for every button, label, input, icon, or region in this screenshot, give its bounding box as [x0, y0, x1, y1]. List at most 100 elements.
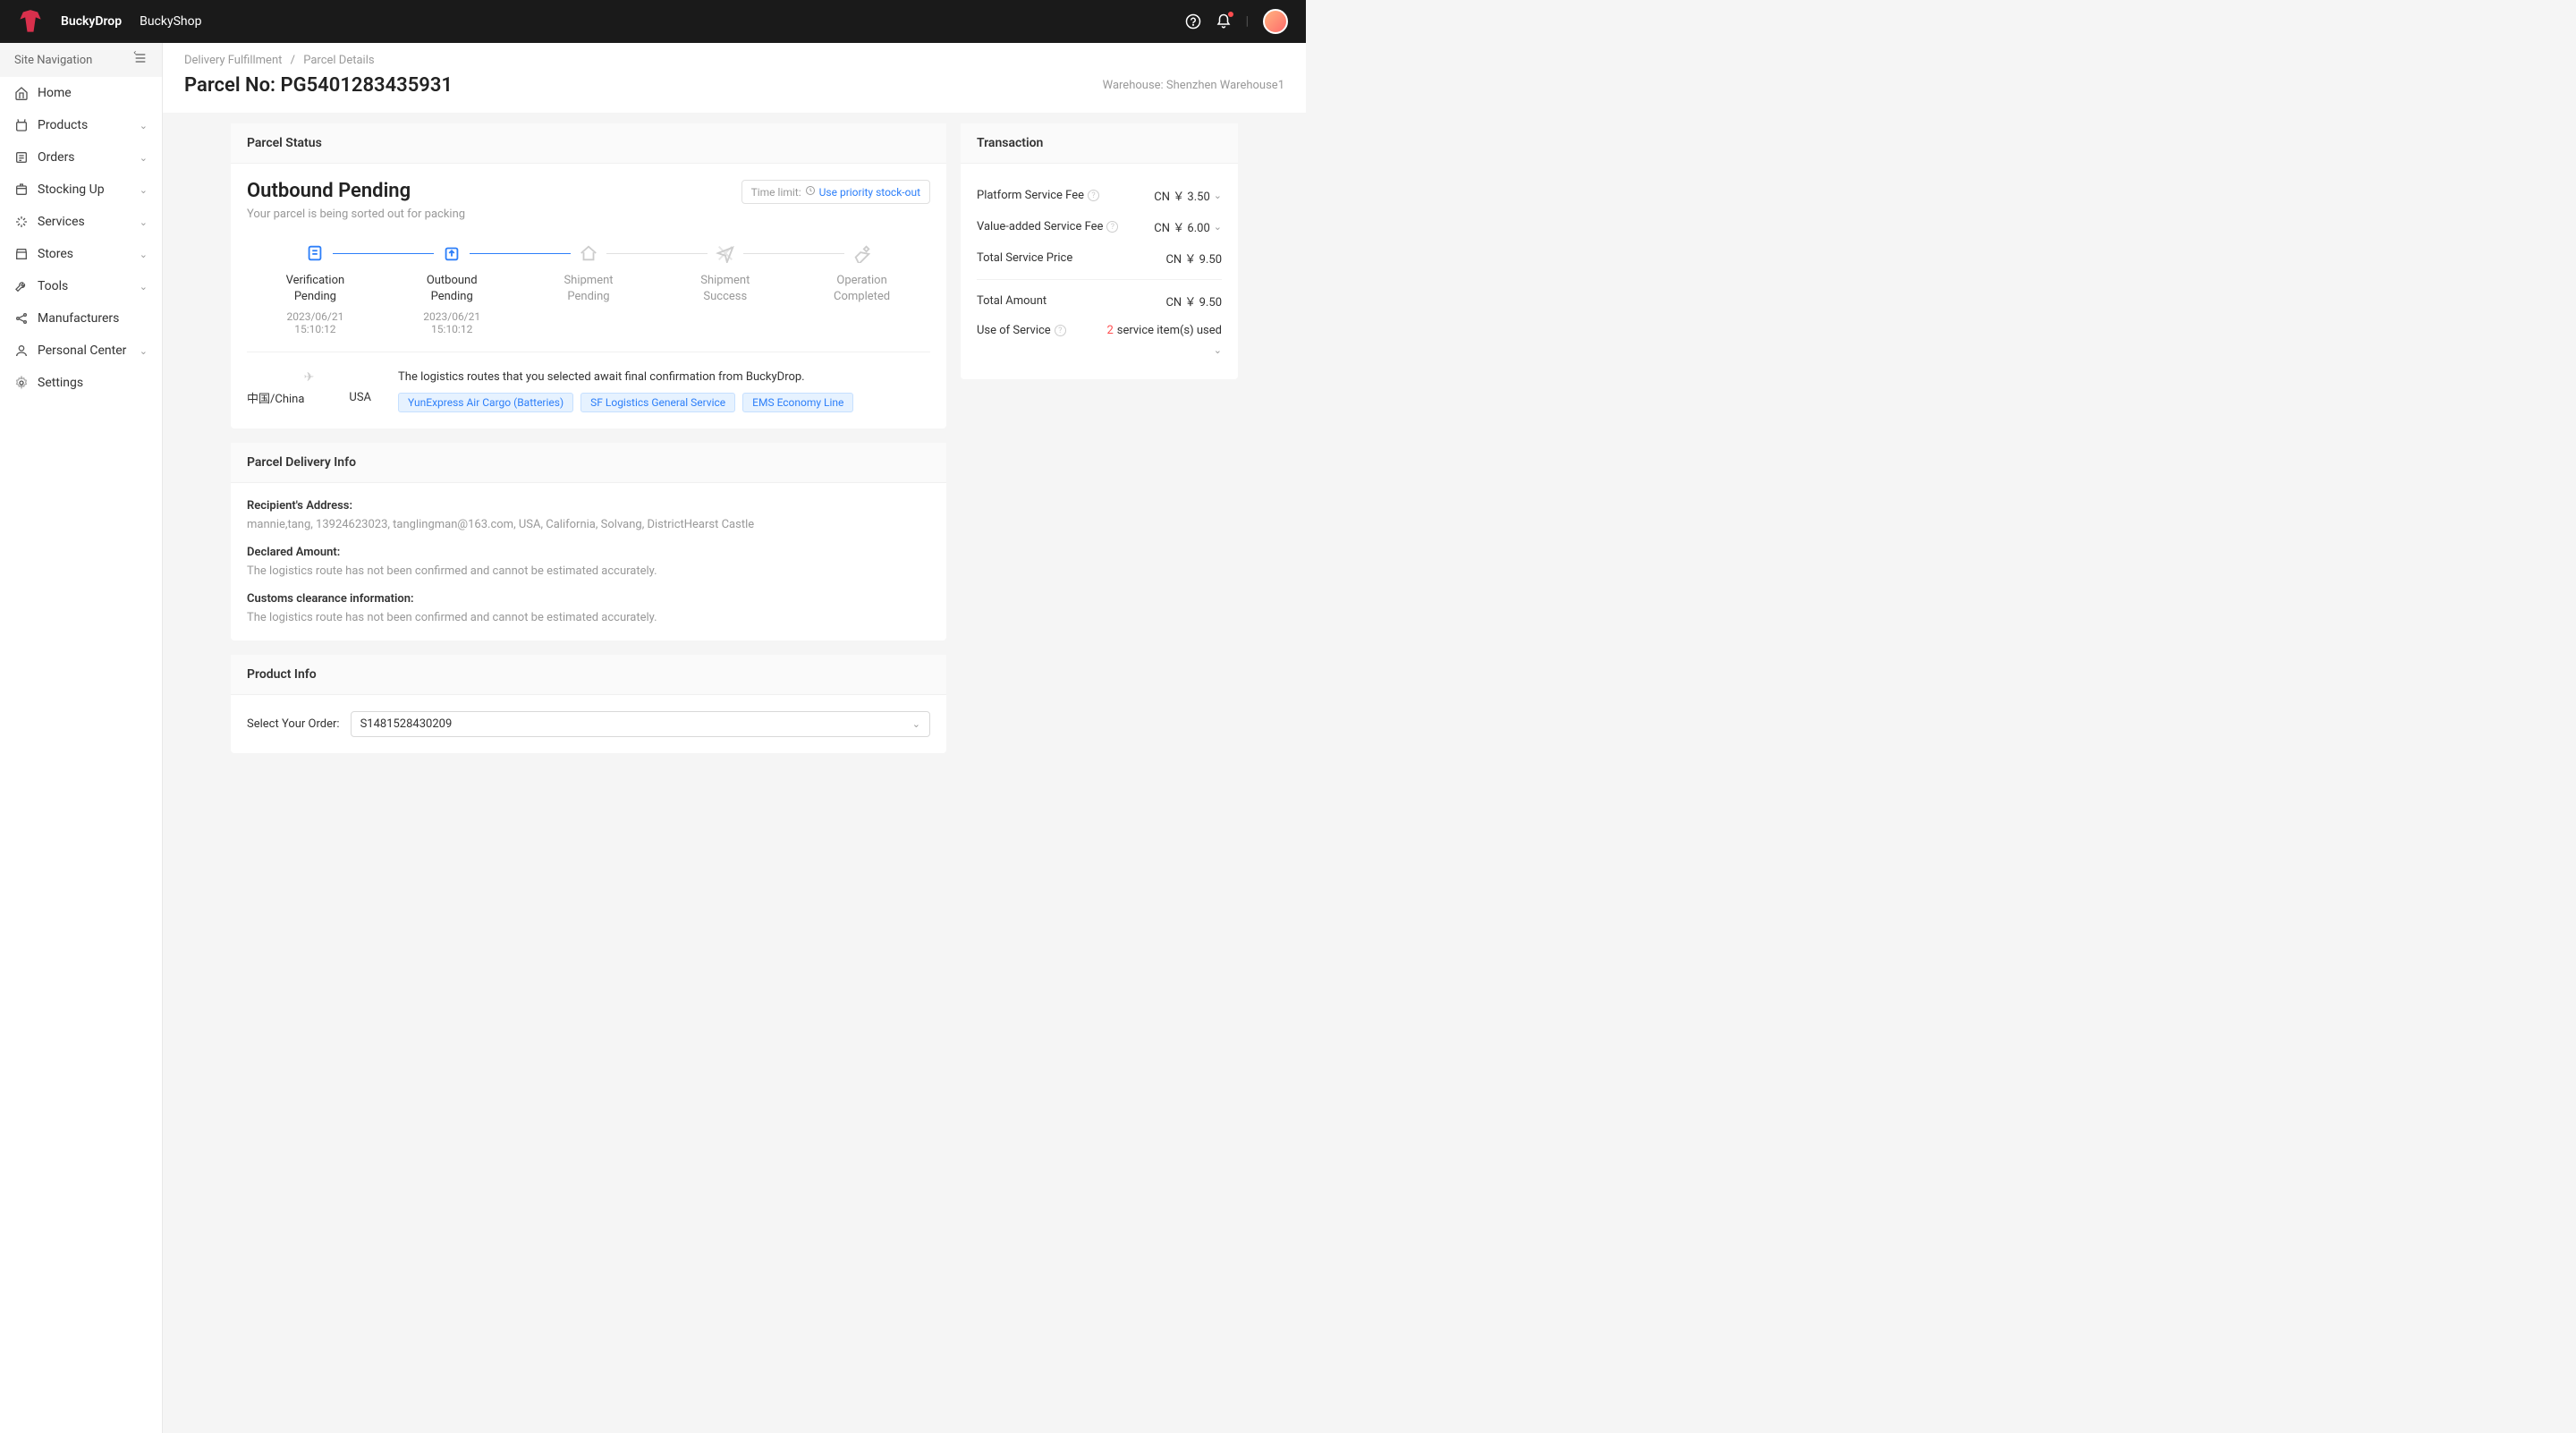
step-icon	[578, 242, 599, 264]
sidebar-item-label: Settings	[38, 376, 83, 390]
chevron-down-icon[interactable]: ⌄	[1214, 221, 1222, 233]
chevron-down-icon: ⌄	[140, 281, 148, 293]
notification-dot	[1228, 12, 1233, 17]
time-limit-box: Time limit: Use priority stock-out	[741, 180, 930, 204]
sidebar-item-home[interactable]: Home	[0, 77, 162, 109]
product-info-title: Product Info	[231, 655, 946, 695]
sidebar-item-services[interactable]: Services⌄	[0, 206, 162, 238]
step-0: VerificationPending 2023/06/2115:10:12	[247, 242, 384, 335]
sidebar-item-label: Tools	[38, 279, 68, 293]
step-title: ShipmentSuccess	[657, 273, 793, 305]
use-service-label: Use of Service	[977, 324, 1051, 337]
product-info-panel: Product Info Select Your Order: S1481528…	[231, 655, 946, 753]
step-title: ShipmentPending	[521, 273, 657, 305]
priority-stockout-link[interactable]: Use priority stock-out	[819, 186, 920, 199]
chevron-down-icon[interactable]: ⌄	[1214, 190, 1222, 201]
home-icon	[14, 86, 29, 100]
route-tag[interactable]: YunExpress Air Cargo (Batteries)	[398, 393, 573, 412]
step-date: 2023/06/2115:10:12	[384, 310, 521, 335]
notification-icon[interactable]	[1216, 13, 1232, 30]
brand-sub[interactable]: BuckyShop	[140, 14, 201, 29]
breadcrumb-lvl2: Parcel Details	[303, 54, 374, 67]
route-message: The logistics routes that you selected a…	[398, 370, 930, 384]
step-date: 2023/06/2115:10:12	[247, 310, 384, 335]
header-divider: |	[1246, 14, 1249, 29]
parcel-status-title: Parcel Status	[231, 123, 946, 164]
share-icon	[14, 311, 29, 326]
step-icon	[715, 242, 736, 264]
sidebar-item-settings[interactable]: Settings	[0, 367, 162, 399]
sidebar-item-label: Products	[38, 118, 88, 132]
customs-label: Customs clearance information:	[247, 592, 930, 606]
chevron-down-icon[interactable]: ⌄	[1214, 344, 1222, 356]
header-right: |	[1185, 9, 1288, 34]
header-left: BuckyDrop BuckyShop	[18, 9, 201, 34]
recipient-value: mannie,tang, 13924623023, tanglingman@16…	[247, 518, 930, 531]
route-tag[interactable]: SF Logistics General Service	[580, 393, 735, 412]
help-icon[interactable]	[1185, 13, 1201, 30]
sidebar-item-manufacturers[interactable]: Manufacturers	[0, 302, 162, 335]
chevron-down-icon: ⌄	[140, 249, 148, 260]
order-select-value: S1481528430209	[360, 717, 453, 731]
route-from: 中国/China	[247, 389, 304, 406]
status-title: Outbound Pending	[247, 180, 465, 202]
value-added-value: CN ￥ 6.00	[1154, 218, 1210, 235]
order-select[interactable]: S1481528430209 ⌄	[351, 711, 930, 737]
package-icon	[14, 182, 29, 197]
platform-fee-label: Platform Service Fee	[977, 189, 1084, 202]
shopping-bag-icon	[14, 118, 29, 132]
delivery-info-panel: Parcel Delivery Info Recipient's Address…	[231, 443, 946, 640]
time-limit-label: Time limit:	[751, 186, 801, 199]
user-icon	[14, 343, 29, 358]
sidebar: Site Navigation HomeProducts⌄Orders⌄Stoc…	[0, 43, 163, 1433]
status-desc: Your parcel is being sorted out for pack…	[247, 208, 465, 221]
recipient-label: Recipient's Address:	[247, 499, 930, 513]
sidebar-item-label: Orders	[38, 150, 75, 165]
sidebar-item-orders[interactable]: Orders⌄	[0, 141, 162, 174]
declared-label: Declared Amount:	[247, 546, 930, 559]
breadcrumb-lvl1[interactable]: Delivery Fulfillment	[184, 54, 282, 67]
help-icon[interactable]: ?	[1055, 325, 1066, 336]
avatar[interactable]	[1263, 9, 1288, 34]
route-tag[interactable]: EMS Economy Line	[742, 393, 853, 412]
chevron-down-icon: ⌄	[140, 120, 148, 131]
collapse-icon[interactable]	[133, 51, 148, 69]
top-header: BuckyDrop BuckyShop |	[0, 0, 1306, 43]
customs-value: The logistics route has not been confirm…	[247, 611, 930, 624]
chevron-down-icon: ⌄	[140, 216, 148, 228]
plane-icon: ✈	[304, 370, 315, 385]
sidebar-item-personal-center[interactable]: Personal Center ⌄	[0, 335, 162, 367]
parcel-header: Parcel No: PG5401283435931 Warehouse: Sh…	[163, 74, 1306, 113]
chevron-down-icon: ⌄	[140, 345, 148, 357]
sidebar-item-label: Personal Center	[38, 343, 126, 358]
list-icon	[14, 150, 29, 165]
sidebar-item-stocking-up[interactable]: Stocking Up ⌄	[0, 174, 162, 206]
parcel-status-panel: Parcel Status Outbound Pending Your parc…	[231, 123, 946, 428]
warehouse-label: Warehouse: Shenzhen Warehouse1	[1103, 79, 1284, 92]
sidebar-item-tools[interactable]: Tools ⌄	[0, 270, 162, 302]
sidebar-item-stores[interactable]: Stores⌄	[0, 238, 162, 270]
store-icon	[14, 247, 29, 261]
parcel-no: Parcel No: PG5401283435931	[184, 74, 453, 97]
sidebar-item-label: Home	[38, 86, 72, 100]
help-icon[interactable]: ?	[1106, 221, 1118, 233]
step-title: OperationCompleted	[793, 273, 930, 305]
transaction-title: Transaction	[961, 123, 1238, 164]
sidebar-item-products[interactable]: Products ⌄	[0, 109, 162, 141]
step-title: OutboundPending	[384, 273, 521, 305]
breadcrumb: Delivery Fulfillment / Parcel Details	[163, 43, 1306, 74]
sidebar-item-label: Stocking Up	[38, 182, 105, 197]
transaction-panel: Transaction Platform Service Fee ? CN ￥ …	[961, 123, 1238, 379]
clock-icon	[805, 185, 816, 199]
help-icon[interactable]: ?	[1088, 190, 1099, 201]
logo-icon	[18, 9, 43, 34]
chevron-down-icon: ⌄	[140, 184, 148, 196]
order-select-label: Select Your Order:	[247, 717, 340, 731]
total-service-value: CN ￥ 9.50	[1165, 250, 1222, 267]
chevron-down-icon: ⌄	[912, 718, 920, 730]
route-from-to: 中国/China ✈ USA	[247, 370, 371, 412]
step-icon	[304, 242, 326, 264]
total-service-label: Total Service Price	[977, 251, 1072, 265]
sidebar-item-label: Manufacturers	[38, 311, 119, 326]
step-icon	[852, 242, 873, 264]
